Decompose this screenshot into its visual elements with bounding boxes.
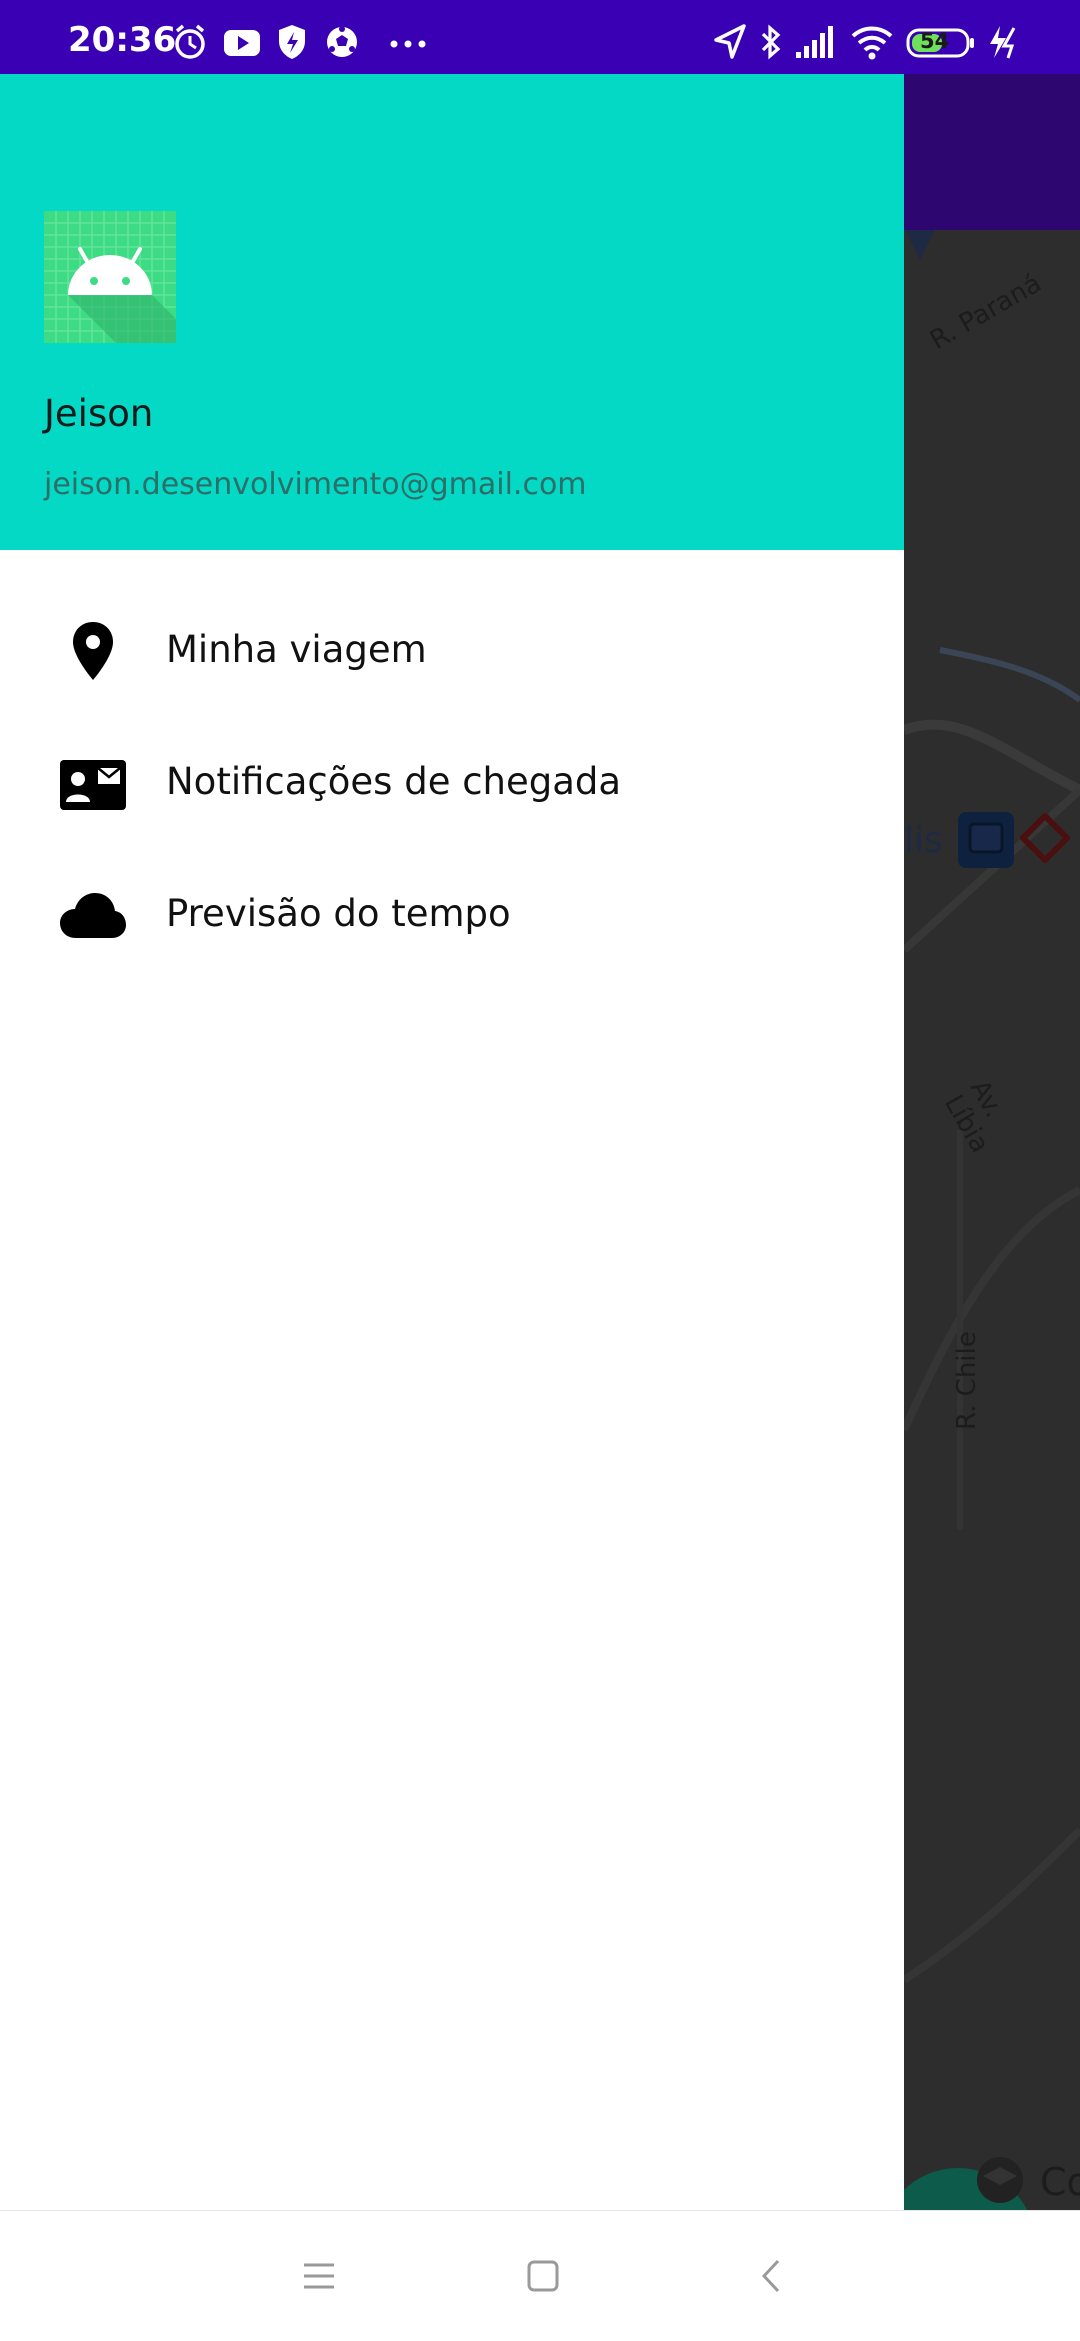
menu-icon[interactable] <box>294 2251 344 2301</box>
status-time: 20:36 <box>68 20 177 60</box>
user-name: Jeison <box>44 392 154 435</box>
alarm-icon <box>175 24 205 59</box>
back-chevron-icon[interactable] <box>746 2251 796 2301</box>
signal-icon <box>796 26 833 58</box>
location-arrow-icon <box>714 24 746 59</box>
contact-mail-icon <box>60 760 126 810</box>
wifi-icon <box>851 26 893 60</box>
map-label-lis: lis <box>904 820 943 861</box>
shield-icon <box>279 25 305 59</box>
battery-level: 54 <box>920 29 950 53</box>
menu-item-notificacoes[interactable]: Notificações de chegada <box>0 718 904 850</box>
menu-item-label: Notificações de chegada <box>166 760 622 803</box>
drawer-header: Jeison jeison.desenvolvimento@gmail.com <box>0 74 904 550</box>
school-icon <box>977 2157 1023 2203</box>
battery-icon: 54 <box>906 28 974 58</box>
menu-item-minha-viagem[interactable]: Minha viagem <box>0 586 904 718</box>
cloud-icon <box>60 893 126 938</box>
youtube-icon <box>224 30 260 56</box>
android-logo-icon <box>44 211 176 343</box>
menu-item-label: Previsão do tempo <box>166 892 511 935</box>
map-label-co: Co <box>1040 2160 1080 2204</box>
menu-item-previsao[interactable]: Previsão do tempo <box>0 850 904 982</box>
menu-item-label: Minha viagem <box>166 628 427 671</box>
navigation-drawer: Jeison jeison.desenvolvimento@gmail.com … <box>0 74 904 2210</box>
avatar <box>44 211 176 343</box>
location-pin-icon <box>73 622 113 680</box>
map-label-chile: R. Chile <box>952 1331 982 1430</box>
home-square-icon[interactable] <box>518 2251 568 2301</box>
bus-station-icon <box>958 812 1014 868</box>
bluetooth-icon <box>761 24 781 60</box>
drawer-menu: Minha viagem Notificações de chegada Pre… <box>0 586 904 982</box>
more-dots-icon <box>390 40 426 48</box>
train-station-icon <box>1020 813 1070 863</box>
user-email: jeison.desenvolvimento@gmail.com <box>44 467 587 502</box>
status-bar: 20:36 54 <box>0 0 1080 74</box>
soccer-ball-icon <box>327 26 357 57</box>
charging-icon <box>990 26 1016 59</box>
status-right-icons: 54 <box>712 22 1052 62</box>
system-nav-bar <box>0 2210 1080 2341</box>
